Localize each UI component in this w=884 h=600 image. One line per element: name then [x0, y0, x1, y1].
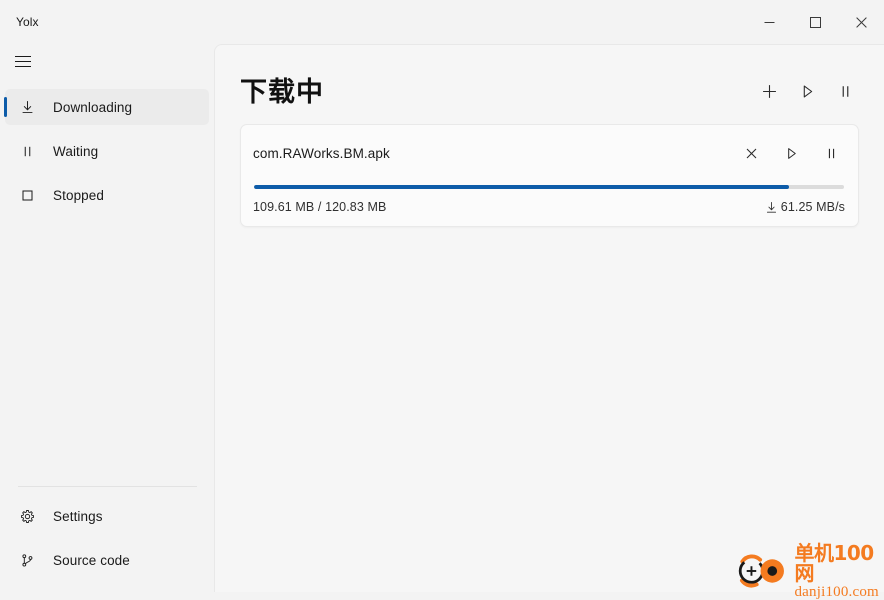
gear-icon [18, 507, 36, 525]
sidebar-item-downloading[interactable]: Downloading [4, 89, 209, 125]
download-speed-text: 61.25 MB/s [780, 200, 845, 214]
pause-task-button[interactable] [817, 139, 845, 167]
download-card-actions [737, 139, 845, 167]
resume-task-button[interactable] [777, 139, 805, 167]
sidebar-item-label: Source code [53, 552, 130, 568]
sidebar-item-label: Settings [53, 508, 103, 524]
download-progress-fill [254, 185, 790, 189]
sidebar: Downloading Waiting Stopped Settings Sou… [0, 44, 214, 592]
sidebar-item-settings[interactable]: Settings [5, 498, 209, 534]
page-title: 下载中 [240, 77, 324, 108]
hamburger-icon [15, 52, 31, 71]
download-progress-bar [254, 185, 844, 189]
stop-square-icon [18, 186, 36, 204]
download-filename: com.RAWorks.BM.apk [253, 145, 390, 161]
sidebar-item-stopped[interactable]: Stopped [5, 177, 209, 213]
download-speed: 61.25 MB/s [765, 200, 845, 214]
download-card-header: com.RAWorks.BM.apk [253, 139, 845, 167]
download-icon [18, 98, 36, 116]
content-area: 下载中 com.RAWorks.BM.apk 109.61 MB / 120.8… [214, 44, 884, 592]
download-card-footer: 109.61 MB / 120.83 MB 61.25 MB/s [253, 200, 845, 214]
download-list: com.RAWorks.BM.apk 109.61 MB / 120.83 MB… [215, 106, 884, 227]
download-size-text: 109.61 MB / 120.83 MB [253, 200, 387, 214]
remove-task-button[interactable] [737, 139, 765, 167]
close-button[interactable] [838, 0, 884, 44]
minimize-button[interactable] [746, 0, 792, 44]
body: Downloading Waiting Stopped Settings Sou… [0, 44, 884, 592]
sidebar-bottom-nav: Settings Source code [0, 498, 214, 592]
window-title: Yolx [16, 15, 39, 29]
title-bar: Yolx [0, 0, 884, 44]
maximize-button[interactable] [792, 0, 838, 44]
download-arrow-icon [765, 201, 778, 214]
pause-all-button[interactable] [831, 77, 859, 105]
app-window: Yolx Downloading Waiting Stopped Setting… [0, 0, 884, 592]
sidebar-item-label: Waiting [53, 143, 99, 159]
sidebar-item-label: Stopped [53, 187, 104, 203]
sidebar-item-source-code[interactable]: Source code [5, 542, 209, 578]
sidebar-divider [18, 486, 197, 487]
add-task-button[interactable] [755, 77, 783, 105]
header-actions [755, 77, 859, 105]
content-header: 下载中 [215, 45, 884, 106]
start-all-button[interactable] [793, 77, 821, 105]
download-card[interactable]: com.RAWorks.BM.apk 109.61 MB / 120.83 MB… [240, 124, 859, 227]
sidebar-item-label: Downloading [53, 99, 133, 115]
window-controls [746, 0, 884, 44]
sidebar-nav: Downloading Waiting Stopped [0, 89, 214, 221]
sidebar-item-waiting[interactable]: Waiting [5, 133, 209, 169]
hamburger-menu-button[interactable] [3, 44, 43, 78]
pause-icon [18, 142, 36, 160]
git-branch-icon [18, 551, 36, 569]
